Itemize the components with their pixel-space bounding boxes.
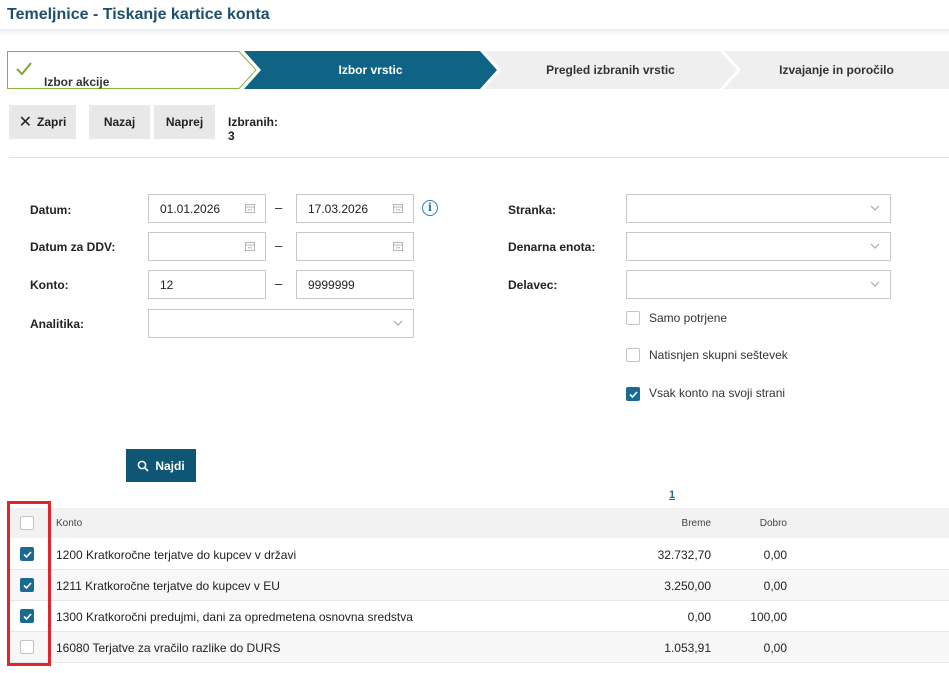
confirmed-only-label: Samo potrjene xyxy=(649,311,728,325)
checkbox-column-highlight xyxy=(7,501,51,666)
row-credit: 0,00 xyxy=(763,579,787,593)
account-from-input[interactable]: 12 xyxy=(148,270,266,299)
date-from-value: 01.01.2026 xyxy=(160,201,221,216)
close-icon: ✕ xyxy=(18,114,33,131)
account-from-value: 12 xyxy=(160,277,174,292)
next-button[interactable]: Naprej xyxy=(154,105,215,139)
calendar-icon xyxy=(245,242,255,251)
step-pregled-izbranih-vrstic[interactable]: Pregled izbranih vrstic xyxy=(484,51,737,89)
vat-date-to-input[interactable] xyxy=(296,232,414,261)
step-izvajanje-in-porocilo[interactable]: Izvajanje in poročilo xyxy=(724,51,949,89)
toolbar-divider xyxy=(9,157,949,158)
wizard-steps: Izbor akcije Izbor vrstic Pregled izbran… xyxy=(7,51,949,89)
chevron-down-icon xyxy=(870,281,880,287)
row-debit: 32.732,70 xyxy=(657,548,711,562)
step-label: Pregled izbranih vrstic xyxy=(546,63,675,77)
vat-date-label: Datum za DDV: xyxy=(30,240,116,254)
calendar-icon xyxy=(393,242,403,251)
search-icon xyxy=(137,460,149,472)
search-label: Najdi xyxy=(155,458,185,473)
selected-count: Izbranih: 3 xyxy=(228,115,278,143)
account-to-value: 9999999 xyxy=(308,277,355,292)
table-row[interactable]: 1300 Kratkoročni predujmi, dani za opred… xyxy=(9,601,949,632)
currency-label: Denarna enota: xyxy=(508,240,596,254)
printed-total-label: Natisnjen skupni seštevek xyxy=(649,348,788,362)
column-header-credit[interactable]: Dobro xyxy=(725,518,787,529)
date-from-input[interactable]: 01.01.2026 xyxy=(148,194,266,223)
range-dash: – xyxy=(275,238,283,253)
vat-date-from-input[interactable] xyxy=(148,232,266,261)
account-label: Konto: xyxy=(30,278,69,292)
row-credit: 0,00 xyxy=(763,641,787,655)
each-account-page-checkbox[interactable] xyxy=(626,387,640,401)
table-row[interactable]: 1211 Kratkoročne terjatve do kupcev v EU… xyxy=(9,570,949,601)
step-label: Izvajanje in poročilo xyxy=(779,63,894,77)
column-header-account[interactable]: Konto xyxy=(56,518,82,529)
row-debit: 1.053,91 xyxy=(664,641,711,655)
chevron-down-icon xyxy=(870,243,880,249)
chevron-down-icon xyxy=(870,205,880,211)
checkmark-icon xyxy=(629,391,638,399)
row-debit: 0,00 xyxy=(687,610,711,624)
employee-select[interactable] xyxy=(626,270,891,299)
account-to-input[interactable]: 9999999 xyxy=(296,270,414,299)
currency-select[interactable] xyxy=(626,232,891,261)
close-button[interactable]: ✕ Zapri xyxy=(9,105,76,139)
confirmed-only-checkbox[interactable] xyxy=(626,311,640,325)
customer-select[interactable] xyxy=(626,194,891,223)
step-label: Izbor akcije xyxy=(44,75,110,89)
row-account: 1211 Kratkoročne terjatve do kupcev v EU xyxy=(56,579,280,593)
page-title: Temeljnice - Tiskanje kartice konta xyxy=(7,6,270,23)
each-account-page-label: Vsak konto na svoji strani xyxy=(649,386,786,400)
checkmark-icon xyxy=(16,62,32,76)
row-account: 1200 Kratkoročne terjatve do kupcev v dr… xyxy=(56,548,297,562)
table-header: Konto Breme Dobro xyxy=(9,508,949,538)
customer-label: Stranka: xyxy=(508,203,557,217)
step-izbor-akcije[interactable]: Izbor akcije xyxy=(7,51,257,89)
search-button[interactable]: Najdi xyxy=(126,449,196,482)
row-debit: 3.250,00 xyxy=(664,579,711,593)
row-account: 16080 Terjatve za vračilo razlike do DUR… xyxy=(56,641,281,655)
back-button[interactable]: Nazaj xyxy=(89,105,150,139)
row-account: 1300 Kratkoročni predujmi, dani za opred… xyxy=(56,610,413,624)
table-row[interactable]: 1200 Kratkoročne terjatve do kupcev v dr… xyxy=(9,539,949,570)
info-icon[interactable]: i xyxy=(422,200,438,216)
date-label: Datum: xyxy=(30,203,72,217)
date-to-value: 17.03.2026 xyxy=(308,201,369,216)
step-izbor-vrstic[interactable]: Izbor vrstic xyxy=(244,51,497,89)
calendar-icon xyxy=(245,204,255,213)
column-header-debit[interactable]: Breme xyxy=(649,518,711,529)
title-divider xyxy=(0,29,949,35)
printed-total-checkbox[interactable] xyxy=(626,348,640,362)
calendar-icon xyxy=(393,204,403,213)
date-to-input[interactable]: 17.03.2026 xyxy=(296,194,414,223)
step-label: Izbor vrstic xyxy=(338,63,403,77)
table-row[interactable]: 16080 Terjatve za vračilo razlike do DUR… xyxy=(9,632,949,663)
analytics-label: Analitika: xyxy=(30,317,85,331)
range-dash: – xyxy=(275,200,283,215)
pagination-page-1[interactable]: 1 xyxy=(669,489,675,501)
row-credit: 100,00 xyxy=(750,610,787,624)
employee-label: Delavec: xyxy=(508,278,558,292)
row-credit: 0,00 xyxy=(763,548,787,562)
analytics-select[interactable] xyxy=(148,309,414,338)
chevron-down-icon xyxy=(393,320,403,326)
range-dash: – xyxy=(275,276,283,291)
close-label: Zapri xyxy=(37,115,67,129)
